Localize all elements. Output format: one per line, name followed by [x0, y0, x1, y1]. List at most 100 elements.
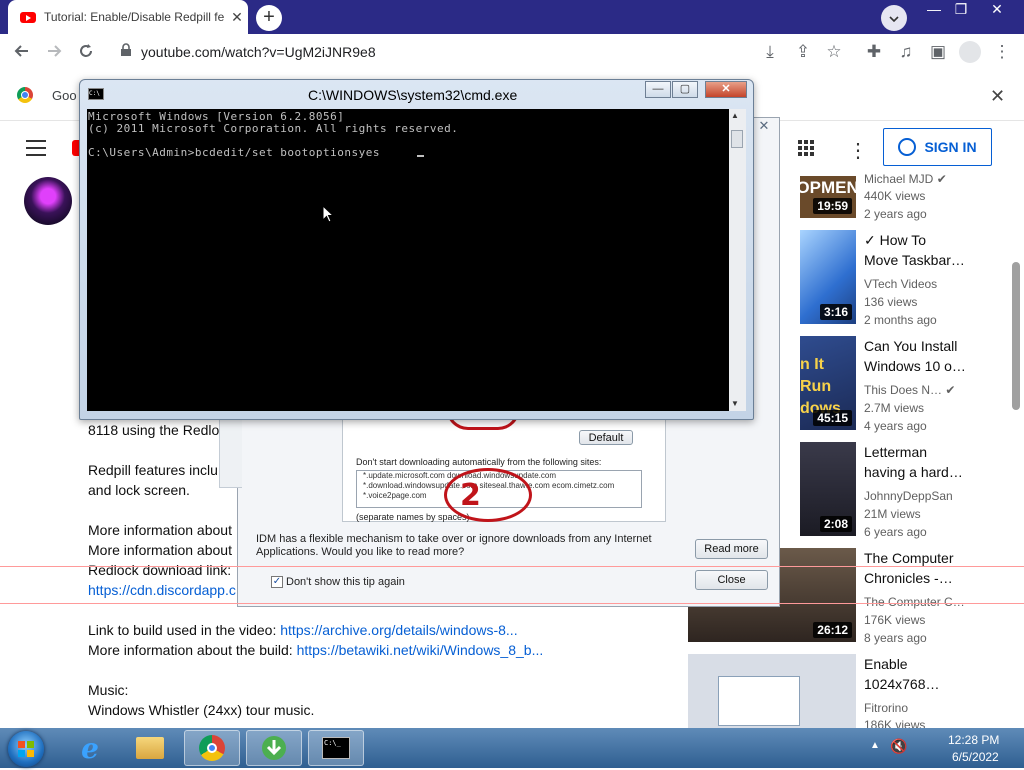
console-line: (c) 2011 Microsoft Corporation. All righ…	[88, 122, 459, 135]
video-title[interactable]: Letterman	[864, 442, 974, 462]
annotation-circle	[444, 468, 532, 522]
back-icon[interactable]	[12, 42, 32, 62]
video-age: 6 years ago	[864, 525, 927, 539]
dont-start-label: Don't start downloading automatically fr…	[356, 457, 602, 467]
sign-in-button[interactable]: SIGN IN	[883, 128, 992, 166]
background-window-edge	[219, 412, 242, 488]
betawiki-link[interactable]: https://betawiki.net/wiki/Windows_8_b...	[297, 642, 544, 658]
menu-icon[interactable]	[26, 140, 46, 156]
tab-close-icon[interactable]: ✕	[226, 9, 248, 26]
infobar-close-icon[interactable]: ✕	[990, 86, 1005, 107]
video-channel[interactable]: VTech Videos	[864, 277, 937, 291]
mouse-pointer-icon	[322, 204, 335, 226]
taskbar-idm[interactable]	[246, 730, 302, 766]
more-options-icon[interactable]: ⋮	[848, 138, 868, 163]
user-icon	[898, 138, 917, 156]
video-duration: 19:59	[813, 198, 852, 214]
video-channel-name: This Does N…	[864, 383, 943, 397]
archive-link[interactable]: https://archive.org/details/windows-8...	[280, 622, 517, 638]
redlock-download-link[interactable]: https://cdn.discordapp.c	[88, 582, 236, 598]
cmd-maximize-button[interactable]: ▢	[672, 81, 698, 98]
video-thumbnail[interactable]: n It Run dows 45:15	[800, 336, 856, 430]
video-title[interactable]: Windows 10 o…	[864, 356, 974, 376]
video-channel[interactable]: This Does N… ✔	[864, 383, 955, 397]
lock-icon[interactable]	[116, 42, 136, 62]
cmd-scroll-thumb[interactable]	[731, 130, 743, 148]
scroll-down-icon[interactable]: ▼	[731, 399, 739, 408]
video-title[interactable]: 1024x768…	[864, 674, 974, 694]
dont-show-checkbox[interactable]: ✓	[271, 576, 283, 588]
window-restore-button[interactable]: ❐	[944, 0, 978, 18]
video-title[interactable]: having a hard…	[864, 462, 974, 482]
dont-show-label: Don't show this tip again	[286, 576, 405, 588]
video-title[interactable]: Chronicles -…	[864, 568, 974, 588]
video-title[interactable]: ✓ How To	[864, 230, 974, 250]
clock-date[interactable]: 6/5/2022	[952, 750, 999, 764]
idm-close-button[interactable]: Close	[695, 570, 768, 590]
video-duration: 26:12	[813, 622, 852, 638]
cmd-close-button[interactable]: ✕	[705, 81, 747, 98]
default-button[interactable]: Default	[579, 430, 633, 445]
video-channel[interactable]: Fitrorino	[864, 701, 908, 715]
video-thumbnail[interactable]: 3:16	[800, 230, 856, 324]
video-duration: 2:08	[819, 516, 852, 532]
apps-grid-icon[interactable]	[797, 139, 817, 159]
taskbar-chrome[interactable]	[184, 730, 240, 766]
video-channel[interactable]: JohnnyDeppSan	[864, 489, 953, 503]
verified-icon: ✔	[945, 383, 956, 397]
idm-tip-text: IDM has a flexible mechanism to take ove…	[256, 533, 652, 545]
share-icon[interactable]: ⇪	[793, 42, 813, 62]
video-views: 2.7M views	[864, 401, 925, 415]
media-control-icon[interactable]: ♫	[896, 42, 916, 62]
video-views: 21M views	[864, 507, 921, 521]
description-line: More information about the build: https:…	[88, 642, 543, 658]
windows-logo-icon	[18, 741, 34, 757]
install-app-icon[interactable]: ⤓	[760, 42, 780, 62]
taskbar-ie[interactable]: e	[62, 730, 118, 766]
idm-icon	[262, 736, 286, 760]
video-age: 4 years ago	[864, 419, 927, 433]
cmd-minimize-button[interactable]: —	[645, 81, 671, 98]
idm-dialog-close-icon[interactable]: ✕	[755, 118, 773, 133]
new-tab-button[interactable]: +	[256, 5, 282, 31]
video-title[interactable]: The Computer	[864, 548, 974, 568]
video-title[interactable]: Move Taskbar…	[864, 250, 974, 270]
cmd-icon: C:\_	[322, 737, 350, 759]
video-channel[interactable]: Michael MJD ✔	[864, 172, 947, 186]
video-thumbnail[interactable]	[688, 654, 856, 728]
tab-search-button[interactable]	[881, 5, 907, 31]
console-cursor	[417, 155, 424, 157]
taskbar-cmd[interactable]: C:\_	[308, 730, 364, 766]
clock-time[interactable]: 12:28 PM	[948, 733, 999, 747]
video-title[interactable]: Can You Install	[864, 336, 974, 356]
address-bar[interactable]: youtube.com/watch?v=UgM2iJNR9e8	[141, 44, 376, 60]
video-channel[interactable]: The Computer C…	[864, 595, 965, 609]
chrome-menu-icon[interactable]: ⋮	[992, 42, 1012, 62]
start-button[interactable]	[8, 731, 44, 767]
tab-active[interactable]: Tutorial: Enable/Disable Redpill fe ✕	[8, 0, 248, 34]
annotation-line	[0, 566, 1024, 567]
video-title[interactable]: Enable	[864, 654, 974, 674]
taskbar-explorer[interactable]	[122, 730, 178, 766]
window-close-button[interactable]: ✕	[980, 0, 1014, 18]
profile-avatar[interactable]	[959, 41, 981, 63]
video-thumbnail[interactable]: 2:08	[800, 442, 856, 536]
cmd-window-icon[interactable]: C:\	[88, 88, 104, 100]
show-hidden-icons[interactable]: ▲	[870, 740, 880, 751]
video-age: 8 years ago	[864, 631, 927, 645]
volume-muted-icon[interactable]: 🔇	[890, 738, 907, 755]
page-scrollbar[interactable]	[1012, 262, 1020, 410]
reload-icon[interactable]	[76, 42, 96, 62]
verified-icon: ✔	[936, 172, 947, 186]
side-panel-icon[interactable]: ▣	[928, 42, 948, 62]
channel-avatar[interactable]	[24, 177, 72, 225]
forward-icon[interactable]	[44, 42, 64, 62]
read-more-button[interactable]: Read more	[695, 539, 768, 559]
extensions-icon[interactable]: ✚	[864, 42, 884, 62]
video-thumbnail[interactable]: LOPMENT 19:59	[800, 176, 856, 218]
annotation-line	[0, 603, 1024, 604]
scroll-up-icon[interactable]: ▲	[731, 111, 739, 120]
cmd-scrollbar[interactable]	[729, 109, 746, 411]
bookmark-star-icon[interactable]: ☆	[824, 42, 844, 62]
description-line: Windows Whistler (24xx) tour music.	[88, 702, 315, 718]
